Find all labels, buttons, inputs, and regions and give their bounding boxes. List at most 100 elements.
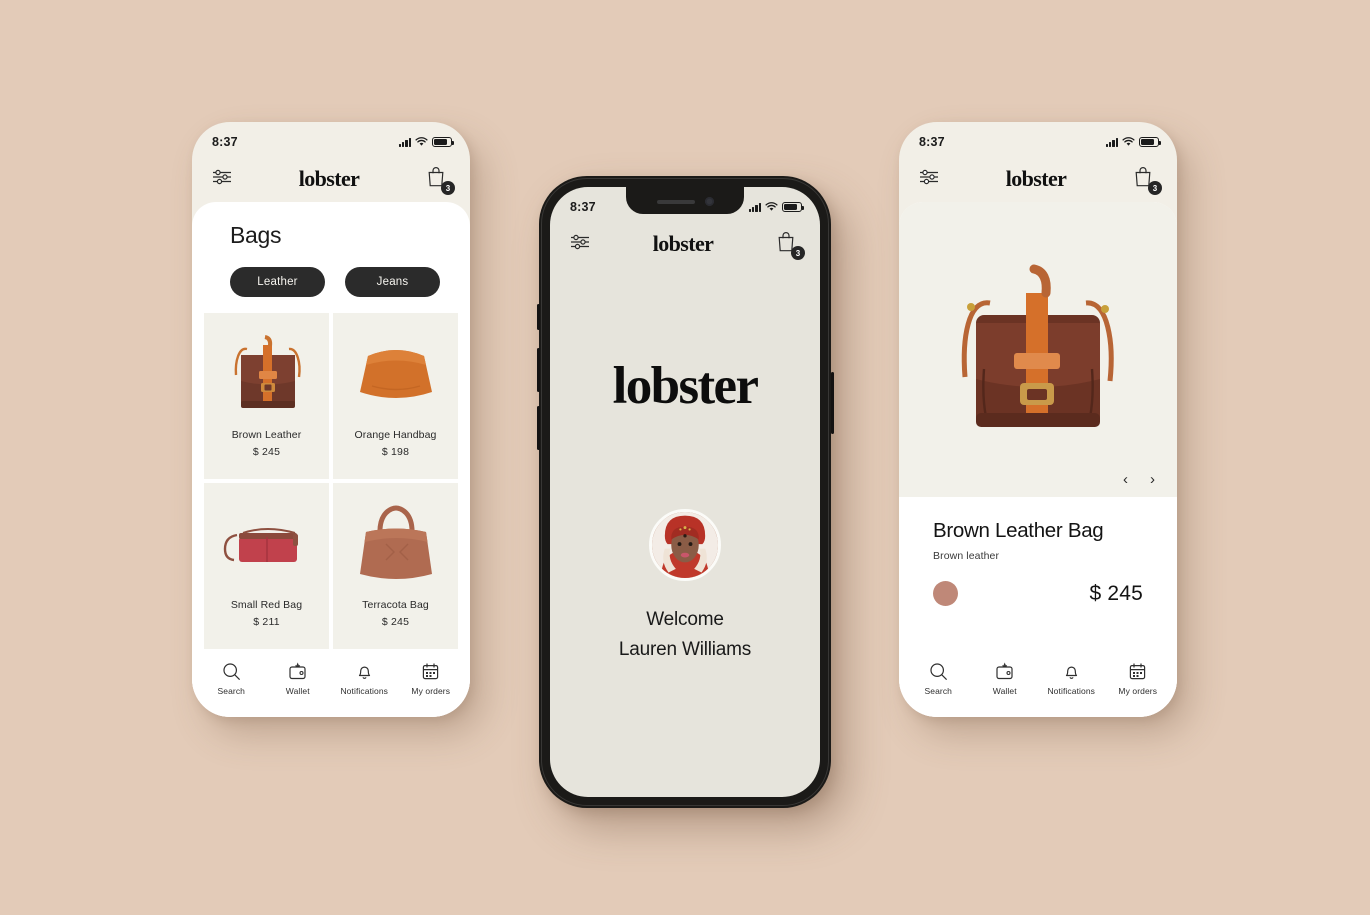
phone-center-welcome: 8:37 lobster 3 lobster Welcome Lauren Wi… (536, 176, 834, 808)
brand-logo: lobster (652, 231, 714, 256)
tab-label: Wallet (285, 686, 310, 696)
phone-left-catalogue: 8:37 lobster 3 Bags Leather Jeans Brown … (192, 122, 470, 717)
filter-sliders-icon[interactable] (570, 234, 590, 255)
product-detail-info: Brown Leather Bag Brown leather $ 245 (899, 497, 1177, 649)
tab-label: Wallet (992, 686, 1017, 696)
tab-label: Notifications (1047, 686, 1096, 696)
product-name: Brown Leather (231, 429, 302, 441)
tab-label: Search (924, 686, 953, 696)
product-image (204, 321, 329, 425)
carousel-nav: ‹ › (1123, 472, 1155, 487)
cellular-signal-icon (748, 202, 761, 212)
app-header: lobster 3 (550, 221, 820, 267)
battery-icon (432, 137, 455, 147)
brand-logo: lobster (298, 166, 360, 191)
product-card[interactable]: Terracota Bag $ 245 (333, 483, 458, 649)
product-grid: Brown Leather $ 245 Orange Handbag $ 198 (192, 313, 470, 649)
volume-down-button (536, 406, 540, 450)
product-price: $ 198 (381, 446, 410, 458)
tab-label: Notifications (340, 686, 389, 696)
cellular-signal-icon (398, 137, 411, 147)
tab-label: My orders (411, 686, 451, 696)
app-header: lobster 3 (899, 156, 1177, 202)
user-avatar[interactable] (649, 509, 721, 582)
mockup-stage: 8:37 lobster 3 Bags Leather Jeans Brown … (0, 0, 1370, 915)
status-time: 8:37 (919, 135, 945, 149)
tab-notifications[interactable]: Notifications (333, 662, 395, 696)
page-title: Bags (230, 222, 282, 248)
phone-notch (626, 187, 744, 214)
cart-count-badge: 3 (790, 246, 805, 260)
product-price: $ 245 (1089, 581, 1143, 605)
wifi-icon (415, 137, 428, 147)
tab-search[interactable]: Search (907, 662, 969, 696)
calendar-icon (1130, 663, 1146, 680)
tab-wallet[interactable]: Wallet (267, 662, 329, 696)
product-price: $ 211 (253, 616, 280, 628)
welcome-text: Welcome Lauren Williams (619, 605, 751, 664)
wifi-icon (765, 202, 778, 212)
product-card[interactable]: Orange Handbag $ 198 (333, 313, 458, 479)
filter-sliders-icon[interactable] (919, 169, 939, 190)
product-image (333, 491, 458, 595)
cart-count-badge: 3 (1147, 181, 1162, 195)
tab-notifications[interactable]: Notifications (1040, 662, 1102, 696)
product-subtitle: Brown leather (933, 550, 1000, 562)
carousel-next-arrow[interactable]: › (1150, 472, 1155, 487)
product-price: $ 245 (252, 446, 281, 458)
product-card[interactable]: Brown Leather $ 245 (204, 313, 329, 479)
wallet-icon (289, 662, 306, 680)
status-time: 8:37 (212, 135, 238, 149)
tab-label: My orders (1118, 686, 1158, 696)
earpiece-speaker (656, 199, 695, 204)
mute-switch (536, 304, 540, 330)
tab-label: Search (217, 686, 246, 696)
filter-chip-row: Leather Jeans (192, 249, 470, 313)
product-card[interactable]: Small Red Bag $ 211 (204, 483, 329, 649)
tab-my-orders[interactable]: My orders (400, 662, 462, 696)
product-title: Brown Leather Bag (933, 519, 1104, 542)
bell-icon (1065, 666, 1077, 679)
calendar-icon (423, 663, 439, 680)
cart-button[interactable]: 3 (426, 166, 455, 195)
welcome-username: Lauren Williams (618, 638, 752, 660)
color-swatch[interactable] (933, 581, 958, 606)
bottom-tab-bar: Search Wallet Notifications My orders (899, 649, 1177, 717)
bell-icon (358, 666, 370, 679)
product-hero-image: ‹ › (899, 202, 1177, 497)
product-image (333, 321, 458, 425)
bottom-tab-bar: Search Wallet Notifications My orders (192, 649, 470, 717)
tab-search[interactable]: Search (200, 662, 262, 696)
tab-my-orders[interactable]: My orders (1107, 662, 1169, 696)
battery-icon (782, 202, 805, 212)
product-image (204, 491, 329, 595)
status-bar: 8:37 (192, 122, 470, 156)
status-time: 8:37 (570, 200, 596, 214)
brand-logo-large: lobster (612, 357, 759, 416)
carousel-prev-arrow[interactable]: ‹ (1123, 472, 1128, 487)
welcome-greeting: Welcome (646, 609, 724, 631)
product-price: $ 245 (381, 616, 410, 628)
filter-chip-jeans[interactable]: Jeans (345, 267, 440, 297)
cart-button[interactable]: 3 (1133, 166, 1162, 195)
front-camera (704, 197, 714, 206)
tab-wallet[interactable]: Wallet (974, 662, 1036, 696)
search-icon (223, 663, 240, 680)
volume-up-button (536, 348, 540, 392)
wifi-icon (1122, 137, 1135, 147)
brand-logo: lobster (1005, 166, 1067, 191)
filter-chip-leather[interactable]: Leather (230, 267, 325, 297)
battery-icon (1139, 137, 1162, 147)
phone-screen: 8:37 lobster 3 lobster Welcome Lauren Wi… (550, 187, 820, 797)
product-name: Small Red Bag (230, 599, 303, 611)
product-options-row: $ 245 (933, 581, 1143, 606)
app-header: lobster 3 (192, 156, 470, 202)
product-name: Orange Handbag (354, 429, 437, 441)
product-name: Terracota Bag (362, 599, 429, 611)
cart-button[interactable]: 3 (776, 231, 805, 260)
detail-sheet: ‹ › Brown Leather Bag Brown leather $ 24… (899, 202, 1177, 717)
wallet-icon (996, 662, 1013, 680)
catalogue-sheet: Bags Leather Jeans Brown Leather $ 245 O… (192, 202, 470, 717)
filter-sliders-icon[interactable] (212, 169, 232, 190)
power-button (830, 372, 834, 434)
